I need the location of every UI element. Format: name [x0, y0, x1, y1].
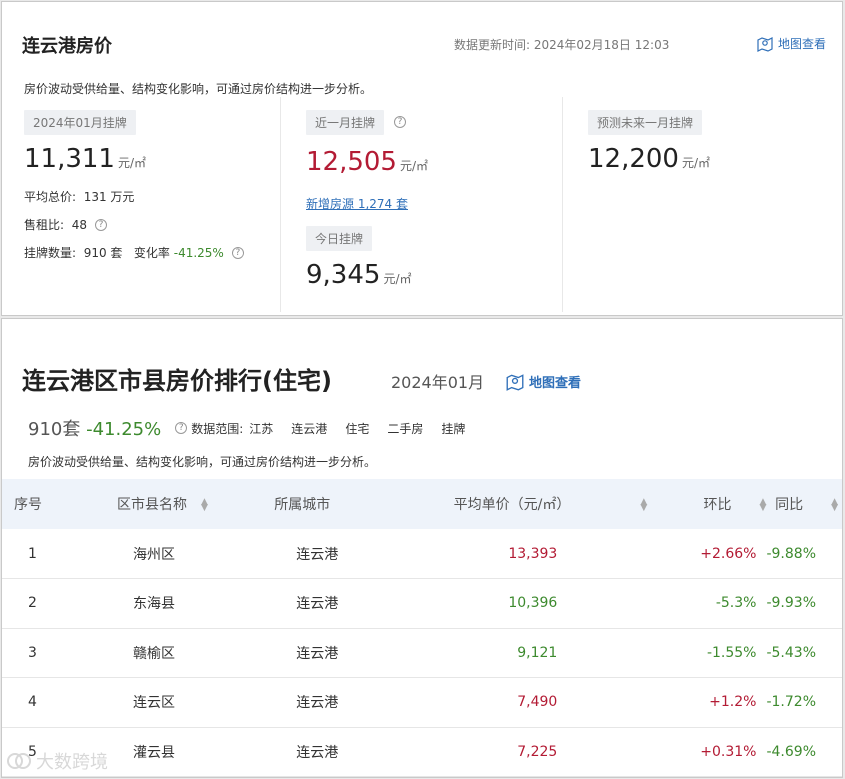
range-market[interactable]: 二手房 — [387, 420, 423, 437]
listing-month-tag: 2024年01月挂牌 — [24, 110, 136, 135]
help-icon[interactable]: ? — [231, 246, 244, 259]
col-header-district[interactable]: 区市县名称 ▲ ▼ — [103, 479, 256, 529]
last-month-tag: 近一月挂牌 — [306, 110, 385, 135]
map-view-label: 地图查看 — [529, 376, 582, 391]
row-mom: +2.66% — [700, 545, 757, 562]
col-header-yoy[interactable]: 同比 ▲ ▼ — [766, 479, 842, 529]
map-pin-icon — [757, 36, 773, 52]
row-mom: -1.55% — [706, 644, 757, 661]
help-icon[interactable]: ? — [94, 218, 107, 231]
row-city: 连云港 — [296, 645, 339, 662]
rent-ratio: 售租比: 48 ? — [24, 216, 107, 233]
today-price: 9,345 元/㎡ — [306, 260, 412, 290]
row-mom: +0.31% — [700, 743, 757, 760]
watermark-logo-icon — [7, 753, 31, 769]
col-header-price[interactable]: 平均单价（元/㎡） ▲ ▼ — [433, 479, 648, 529]
row-price: 10,396 — [508, 595, 558, 612]
table-row[interactable]: 4 连云区 连云港 7,490 +1.2% -1.72% — [2, 678, 842, 728]
row-district[interactable]: 灌云县 — [103, 727, 256, 777]
new-listings-link[interactable]: 新增房源 1,274 套 — [306, 195, 408, 212]
help-icon[interactable]: ? — [175, 422, 188, 434]
map-view-label: 地图查看 — [778, 37, 827, 51]
row-price: 13,393 — [508, 545, 558, 562]
help-icon[interactable]: ? — [394, 116, 406, 128]
last-month-price: 12,505 元/㎡ — [306, 147, 429, 177]
listing-count: 挂牌数量: 910 套 变化率 -41.25% ? — [24, 244, 244, 261]
row-index: 3 — [28, 644, 37, 661]
listing-count-total: 910套 -41.25% — [28, 419, 162, 440]
map-view-link[interactable]: 地图查看 — [756, 35, 826, 52]
row-price: 7,225 — [517, 743, 558, 760]
table-row[interactable]: 3 赣榆区 连云港 9,121 -1.55% -5.43% — [2, 628, 842, 678]
today-tag: 今日挂牌 — [306, 226, 373, 251]
data-range-label: 数据范围: — [191, 421, 244, 436]
page-title: 连云港房价 — [22, 36, 112, 57]
row-district[interactable]: 海州区 — [103, 529, 256, 579]
column-divider — [562, 97, 563, 312]
row-yoy: -1.72% — [766, 694, 816, 711]
col-header-index: 序号 — [14, 497, 42, 513]
range-province[interactable]: 江苏 — [249, 420, 273, 437]
ranking-map-view-link[interactable]: 地图查看 — [505, 372, 581, 391]
avg-total-price: 平均总价: 131 万元 — [24, 189, 135, 205]
col-header-mom[interactable]: 环比 ▲ ▼ — [647, 479, 767, 529]
range-source[interactable]: 挂牌 — [441, 420, 465, 437]
row-price: 9,121 — [517, 644, 558, 661]
forecast-tag: 预测未来一月挂牌 — [588, 110, 703, 135]
district-ranking-card: 连云港区市县房价排行(住宅) 2024年01月 地图查看 910套 -41.25… — [1, 318, 843, 778]
ranking-table: 序号 区市县名称 ▲ ▼ 所属城市 平均单价（元/㎡） ▲ ▼ 环比 ▲ ▼ 同比 ▲ ▼ 1 … — [2, 479, 842, 777]
map-pin-icon — [506, 373, 524, 391]
col-header-city: 所属城市 — [274, 497, 331, 513]
range-type[interactable]: 住宅 — [345, 420, 369, 437]
row-city: 连云港 — [296, 546, 339, 563]
price-summary-card: 连云港房价 数据更新时间: 2024年02月18日 12:03 地图查看 房价波… — [1, 1, 843, 316]
price-note: 房价波动受供给量、结构变化影响，可通过房价结构进一步分析。 — [24, 82, 373, 96]
row-price: 7,490 — [517, 694, 558, 711]
row-district[interactable]: 东海县 — [103, 579, 256, 629]
row-city: 连云港 — [296, 596, 339, 613]
sort-icon[interactable]: ▲ ▼ — [640, 498, 647, 513]
sort-icon[interactable]: ▲ ▼ — [201, 498, 208, 513]
listing-month-price: 11,311 元/㎡ — [24, 144, 147, 174]
update-time: 数据更新时间: 2024年02月18日 12:03 — [454, 38, 670, 52]
row-yoy: -9.88% — [766, 545, 816, 562]
range-city[interactable]: 连云港 — [291, 420, 327, 437]
row-yoy: -5.43% — [766, 644, 816, 661]
row-city: 连云港 — [296, 744, 339, 761]
row-mom: -5.3% — [715, 595, 757, 612]
table-row[interactable]: 1 海州区 连云港 13,393 +2.66% -9.88% — [2, 529, 842, 579]
row-yoy: -9.93% — [766, 595, 816, 612]
ranking-date: 2024年01月 — [391, 373, 485, 392]
row-mom: +1.2% — [709, 694, 757, 711]
ranking-note: 房价波动受供给量、结构变化影响，可通过房价结构进一步分析。 — [28, 455, 377, 469]
row-district[interactable]: 赣榆区 — [103, 628, 256, 678]
row-district[interactable]: 连云区 — [103, 678, 256, 728]
row-index: 2 — [28, 595, 37, 612]
table-row[interactable]: 5 灌云县 连云港 7,225 +0.31% -4.69% — [2, 727, 842, 777]
watermark-text: 大数跨境 — [36, 752, 108, 773]
table-header-row: 序号 区市县名称 ▲ ▼ 所属城市 平均单价（元/㎡） ▲ ▼ 环比 ▲ ▼ 同比 ▲ ▼ — [2, 479, 842, 529]
sort-icon[interactable]: ▲ ▼ — [760, 498, 767, 513]
ranking-summary: 910套 -41.25% ? 数据范围: 江苏 连云港 住宅 二手房 挂牌 — [28, 415, 483, 441]
forecast-price: 12,200 元/㎡ — [588, 144, 711, 174]
ranking-title: 连云港区市县房价排行(住宅) — [22, 367, 332, 395]
column-divider — [280, 97, 281, 312]
watermark: 大数跨境 — [6, 748, 108, 774]
row-yoy: -4.69% — [766, 743, 816, 760]
row-city: 连云港 — [296, 695, 339, 712]
sort-icon[interactable]: ▲ ▼ — [831, 498, 838, 513]
row-index: 1 — [28, 545, 37, 562]
row-index: 4 — [28, 694, 37, 711]
table-row[interactable]: 2 东海县 连云港 10,396 -5.3% -9.93% — [2, 579, 842, 629]
